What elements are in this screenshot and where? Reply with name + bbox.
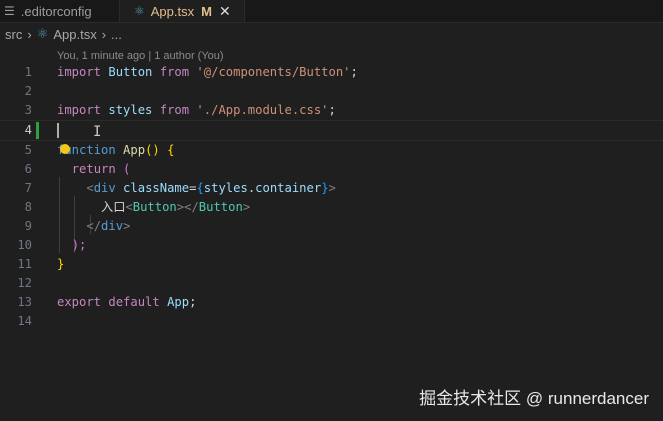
code-line: 1 import Button from '@/components/Button…: [24, 65, 358, 79]
code-line: 13 export default App;: [17, 295, 197, 309]
breadcrumb-src[interactable]: src: [5, 27, 22, 42]
code-line-current: 4I: [0, 120, 663, 141]
text-caret: [57, 123, 59, 138]
close-icon[interactable]: ✕: [219, 3, 231, 20]
ibeam-cursor-icon: I: [93, 124, 102, 140]
lines-icon: ☰: [4, 4, 15, 18]
code-line: 14: [17, 314, 32, 328]
tab-bar: ☰ .editorconfig ⚛ App.tsx M ✕: [0, 0, 663, 23]
tab-app-tsx[interactable]: ⚛ App.tsx M ✕: [120, 0, 245, 22]
code-line: 9 </div>: [24, 219, 131, 233]
breadcrumb-file[interactable]: App.tsx: [53, 27, 96, 42]
git-added-marker: [36, 122, 39, 139]
react-icon: ⚛: [134, 4, 145, 18]
code-line: 6 return (: [24, 162, 131, 176]
tab-editorconfig[interactable]: ☰ .editorconfig: [0, 0, 120, 22]
code-line: 7 <div className={styles.container}>: [24, 181, 336, 195]
code-editor[interactable]: 1 import Button from '@/components/Button…: [0, 63, 663, 331]
react-icon: ⚛: [36, 26, 49, 41]
breadcrumb-symbol[interactable]: ...: [111, 27, 122, 42]
code-line: 11}: [17, 257, 65, 271]
chevron-right-icon: ›: [101, 26, 107, 42]
chevron-right-icon: ›: [27, 26, 32, 42]
watermark: 掘金技术社区 @ runnerdancer: [419, 389, 649, 408]
code-line: 12: [17, 276, 32, 290]
code-line: 8 入口<Button></Button>: [24, 200, 251, 214]
breadcrumb: src › ⚛ App.tsx › ...: [0, 23, 663, 45]
lightbulb-icon[interactable]: [60, 144, 70, 154]
modified-badge: M: [201, 3, 212, 19]
code-line: 10 );: [17, 238, 87, 252]
blame-codelens[interactable]: You, 1 minute ago | 1 author (You): [57, 50, 224, 62]
code-line: 2: [24, 84, 32, 98]
code-line: 5 function App() {: [24, 143, 175, 157]
code-line: 3 import styles from './App.module.css';: [24, 103, 336, 117]
